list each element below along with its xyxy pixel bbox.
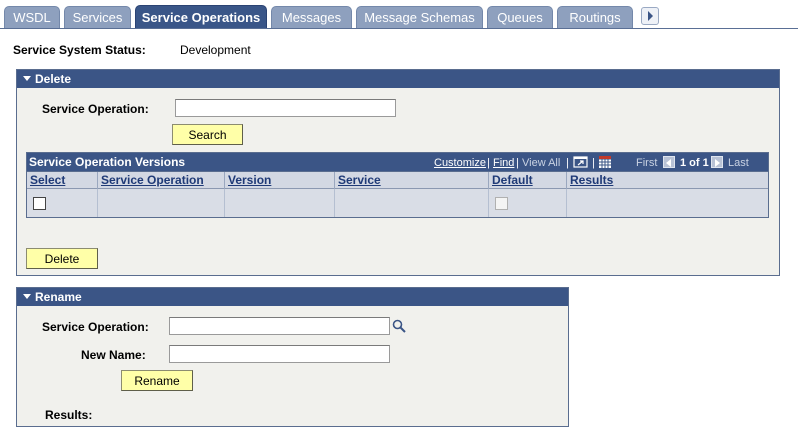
column-header-service-operation[interactable]: Service Operation bbox=[98, 172, 225, 189]
rename-group-header[interactable]: Rename bbox=[17, 288, 568, 306]
service-operation-versions-grid: Service Operation Versions Customize | F… bbox=[26, 152, 769, 218]
download-spreadsheet-icon[interactable] bbox=[598, 155, 612, 169]
tab-services[interactable]: Services bbox=[64, 6, 131, 28]
rename-button[interactable]: Rename bbox=[121, 370, 193, 391]
grid-separator: | bbox=[566, 157, 569, 169]
delete-group-header[interactable]: Delete bbox=[17, 70, 779, 88]
service-cell bbox=[335, 189, 489, 217]
tab-service-operations[interactable]: Service Operations bbox=[135, 5, 267, 29]
table-row bbox=[27, 189, 768, 217]
column-header-results[interactable]: Results bbox=[567, 172, 768, 189]
grid-separator: | bbox=[592, 157, 595, 169]
tab-wsdl[interactable]: WSDL bbox=[4, 6, 60, 28]
version-cell bbox=[225, 189, 335, 217]
default-checkbox bbox=[495, 197, 508, 210]
delete-button[interactable]: Delete bbox=[26, 248, 98, 269]
search-button[interactable]: Search bbox=[172, 124, 243, 145]
grid-find-link[interactable]: Find bbox=[493, 157, 514, 169]
new-name-label: New Name: bbox=[81, 348, 146, 362]
chevron-left-icon bbox=[666, 159, 671, 167]
delete-group-title: Delete bbox=[35, 72, 72, 86]
status-label: Service System Status: bbox=[13, 43, 146, 57]
delete-group-box: Delete Service Operation: Search Service… bbox=[16, 69, 780, 276]
grid-separator: | bbox=[516, 157, 519, 169]
grid-first-label: First bbox=[636, 157, 658, 169]
chevron-right-icon bbox=[715, 159, 720, 167]
status-value: Development bbox=[180, 43, 251, 57]
rename-service-operation-input[interactable] bbox=[169, 317, 390, 335]
collapse-triangle-icon bbox=[23, 294, 31, 299]
tab-bar-underline bbox=[0, 28, 798, 29]
delete-service-operation-input[interactable] bbox=[175, 99, 396, 117]
column-header-select[interactable]: Select bbox=[27, 172, 98, 189]
rename-group-title: Rename bbox=[35, 290, 82, 304]
tab-queues[interactable]: Queues bbox=[487, 6, 553, 28]
column-header-default[interactable]: Default bbox=[489, 172, 567, 189]
new-window-icon[interactable] bbox=[573, 155, 589, 169]
delete-service-operation-label: Service Operation: bbox=[42, 102, 149, 116]
grid-page-range: 1 of 1 bbox=[680, 157, 709, 169]
column-header-service[interactable]: Service bbox=[335, 172, 489, 189]
tab-message-schemas[interactable]: Message Schemas bbox=[356, 6, 483, 28]
tab-routings[interactable]: Routings bbox=[557, 6, 633, 28]
grid-view-all-link[interactable]: View All bbox=[522, 157, 560, 169]
select-cell bbox=[27, 189, 98, 217]
default-cell bbox=[489, 189, 567, 217]
rename-results-label: Results: bbox=[45, 408, 93, 422]
rename-service-operation-label: Service Operation: bbox=[42, 320, 149, 334]
chevron-right-icon bbox=[648, 11, 653, 21]
tab-bar: WSDL Services Service Operations Message… bbox=[0, 0, 798, 29]
service-operation-cell bbox=[98, 189, 225, 217]
grid-title-bar: Service Operation Versions Customize | F… bbox=[27, 153, 768, 171]
grid-title: Service Operation Versions bbox=[29, 155, 186, 169]
column-header-version[interactable]: Version bbox=[225, 172, 335, 189]
new-name-input[interactable] bbox=[169, 345, 390, 363]
select-checkbox[interactable] bbox=[33, 197, 46, 210]
collapse-triangle-icon bbox=[23, 76, 31, 81]
search-icon[interactable] bbox=[392, 319, 406, 333]
grid-separator: | bbox=[487, 157, 490, 169]
tab-messages[interactable]: Messages bbox=[271, 6, 352, 28]
rename-group-box: Rename Service Operation: New Name: Rena… bbox=[16, 287, 569, 427]
tab-scroll-right-button[interactable] bbox=[641, 7, 659, 25]
results-cell bbox=[567, 189, 768, 217]
grid-next-button[interactable] bbox=[711, 156, 723, 168]
grid-customize-link[interactable]: Customize bbox=[434, 157, 486, 169]
grid-previous-button[interactable] bbox=[663, 156, 675, 168]
grid-last-label: Last bbox=[728, 157, 749, 169]
grid-header-row: Select Service Operation Version Service… bbox=[27, 171, 768, 189]
